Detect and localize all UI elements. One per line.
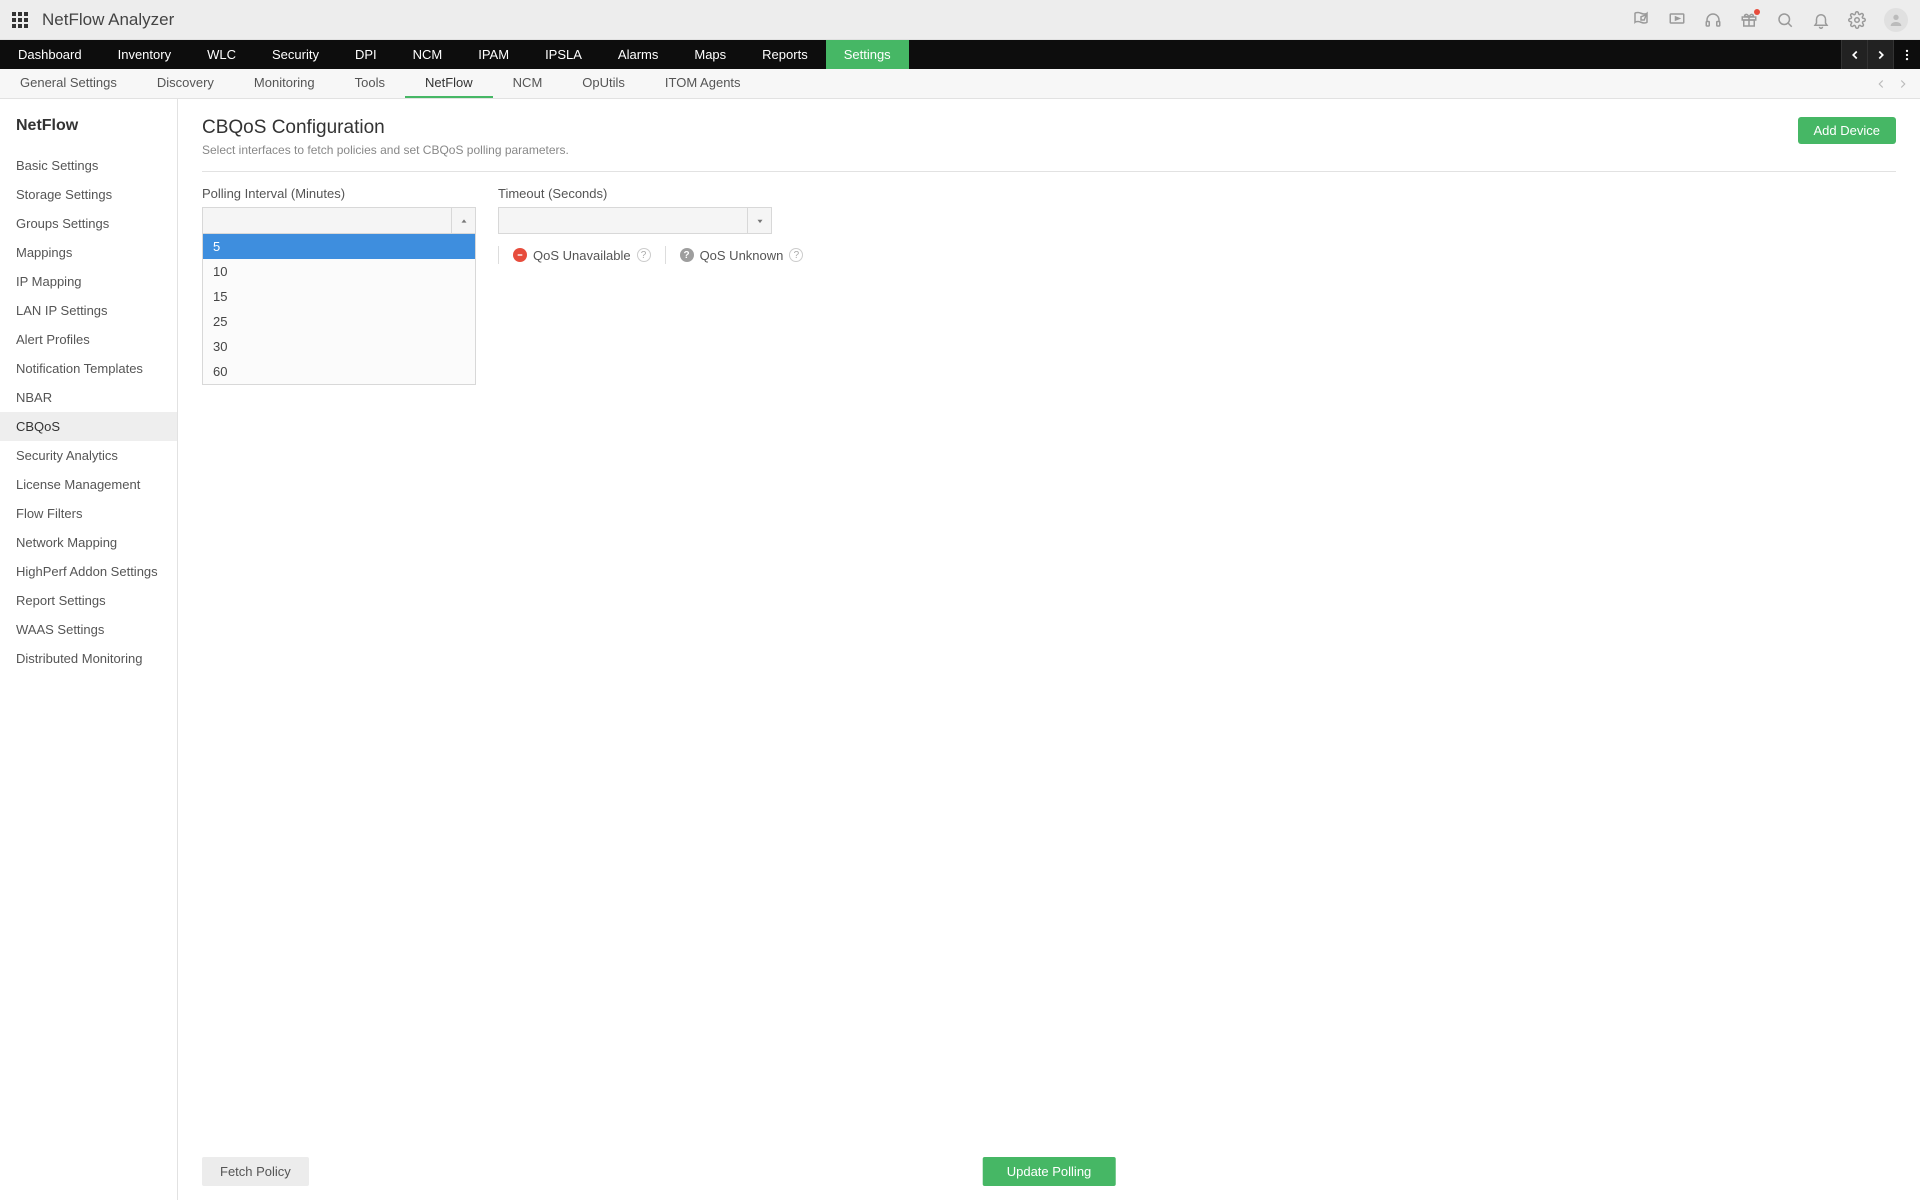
add-device-button[interactable]: Add Device (1798, 117, 1896, 144)
sidebar-item-mappings[interactable]: Mappings (0, 238, 177, 267)
sidebar-item-flow-filters[interactable]: Flow Filters (0, 499, 177, 528)
chevron-down-icon (747, 208, 771, 233)
sidebar-item-distributed-monitoring[interactable]: Distributed Monitoring (0, 644, 177, 673)
nav-tab-security[interactable]: Security (254, 40, 337, 69)
nav-tab-wlc[interactable]: WLC (189, 40, 254, 69)
polling-option-10[interactable]: 10 (203, 259, 475, 284)
bell-icon[interactable] (1812, 11, 1830, 29)
subnav-tab-oputils[interactable]: OpUtils (562, 69, 645, 98)
sidebar-item-network-mapping[interactable]: Network Mapping (0, 528, 177, 557)
nav-tab-dpi[interactable]: DPI (337, 40, 395, 69)
headset-icon[interactable] (1704, 11, 1722, 29)
qos-unknown-label: QoS Unknown (700, 248, 784, 263)
search-icon[interactable] (1776, 11, 1794, 29)
nav-tab-settings[interactable]: Settings (826, 40, 909, 69)
sidebar-item-report-settings[interactable]: Report Settings (0, 586, 177, 615)
polling-interval-select[interactable] (202, 207, 476, 234)
polling-interval-dropdown: 51015253060 (202, 234, 476, 385)
app-launcher-icon[interactable] (12, 12, 28, 28)
subnav-tab-ncm[interactable]: NCM (493, 69, 563, 98)
timeout-value (499, 208, 747, 233)
notification-dot (1754, 9, 1760, 15)
help-icon[interactable]: ? (789, 248, 803, 262)
fetch-policy-button[interactable]: Fetch Policy (202, 1157, 309, 1186)
timeout-label: Timeout (Seconds) (498, 186, 803, 201)
polling-option-25[interactable]: 25 (203, 309, 475, 334)
sidebar-item-nbar[interactable]: NBAR (0, 383, 177, 412)
gear-icon[interactable] (1848, 11, 1866, 29)
sidebar-item-notification-templates[interactable]: Notification Templates (0, 354, 177, 383)
nav-tab-alarms[interactable]: Alarms (600, 40, 676, 69)
qos-legend: QoS Unavailable ? ? QoS Unknown ? (498, 246, 803, 264)
page-title: CBQoS Configuration (202, 117, 569, 139)
sidebar-item-storage-settings[interactable]: Storage Settings (0, 180, 177, 209)
title-bar: NetFlow Analyzer (0, 0, 1920, 40)
subnav-tab-monitoring[interactable]: Monitoring (234, 69, 335, 98)
sub-nav: General SettingsDiscoveryMonitoringTools… (0, 69, 1920, 99)
rocket-icon[interactable] (1632, 11, 1650, 29)
sidebar-title: NetFlow (16, 117, 161, 135)
subnav-prev-icon[interactable] (1874, 77, 1888, 91)
polling-option-5[interactable]: 5 (203, 234, 475, 259)
nav-tab-reports[interactable]: Reports (744, 40, 826, 69)
sidebar-item-cbqos[interactable]: CBQoS (0, 412, 177, 441)
polling-option-60[interactable]: 60 (203, 359, 475, 384)
nav-tab-maps[interactable]: Maps (676, 40, 744, 69)
subnav-tab-discovery[interactable]: Discovery (137, 69, 234, 98)
subnav-tab-itom-agents[interactable]: ITOM Agents (645, 69, 761, 98)
nav-tab-ipsla[interactable]: IPSLA (527, 40, 600, 69)
main-nav: DashboardInventoryWLCSecurityDPINCMIPAMI… (0, 40, 1920, 69)
nav-next-button[interactable] (1868, 40, 1894, 69)
sidebar: NetFlow Basic SettingsStorage SettingsGr… (0, 99, 178, 1200)
gift-icon[interactable] (1740, 11, 1758, 29)
qos-unavailable-label: QoS Unavailable (533, 248, 631, 263)
sidebar-item-security-analytics[interactable]: Security Analytics (0, 441, 177, 470)
subnav-next-icon[interactable] (1896, 77, 1910, 91)
chevron-up-icon (451, 208, 475, 233)
nav-tab-ncm[interactable]: NCM (395, 40, 461, 69)
timeout-select[interactable] (498, 207, 772, 234)
subnav-tab-tools[interactable]: Tools (335, 69, 405, 98)
sidebar-item-waas-settings[interactable]: WAAS Settings (0, 615, 177, 644)
app-title: NetFlow Analyzer (42, 10, 174, 30)
user-avatar[interactable] (1884, 8, 1908, 32)
qos-unknown-icon: ? (680, 248, 694, 262)
nav-tab-dashboard[interactable]: Dashboard (0, 40, 100, 69)
sidebar-item-license-management[interactable]: License Management (0, 470, 177, 499)
page-subtitle: Select interfaces to fetch policies and … (202, 143, 569, 157)
nav-prev-button[interactable] (1842, 40, 1868, 69)
sidebar-item-alert-profiles[interactable]: Alert Profiles (0, 325, 177, 354)
polling-interval-label: Polling Interval (Minutes) (202, 186, 476, 201)
presentation-icon[interactable] (1668, 11, 1686, 29)
sidebar-item-lan-ip-settings[interactable]: LAN IP Settings (0, 296, 177, 325)
nav-tab-ipam[interactable]: IPAM (460, 40, 527, 69)
polling-interval-value (203, 208, 451, 233)
polling-option-15[interactable]: 15 (203, 284, 475, 309)
subnav-tab-general-settings[interactable]: General Settings (0, 69, 137, 98)
help-icon[interactable]: ? (637, 248, 651, 262)
sidebar-item-highperf-addon-settings[interactable]: HighPerf Addon Settings (0, 557, 177, 586)
sidebar-item-basic-settings[interactable]: Basic Settings (0, 151, 177, 180)
qos-unavailable-icon (513, 248, 527, 262)
nav-tab-inventory[interactable]: Inventory (100, 40, 189, 69)
sidebar-item-ip-mapping[interactable]: IP Mapping (0, 267, 177, 296)
sidebar-item-groups-settings[interactable]: Groups Settings (0, 209, 177, 238)
nav-more-icon[interactable] (1894, 40, 1920, 69)
update-polling-button[interactable]: Update Polling (983, 1157, 1116, 1186)
subnav-tab-netflow[interactable]: NetFlow (405, 69, 493, 98)
content-area: CBQoS Configuration Select interfaces to… (178, 99, 1920, 1200)
polling-option-30[interactable]: 30 (203, 334, 475, 359)
